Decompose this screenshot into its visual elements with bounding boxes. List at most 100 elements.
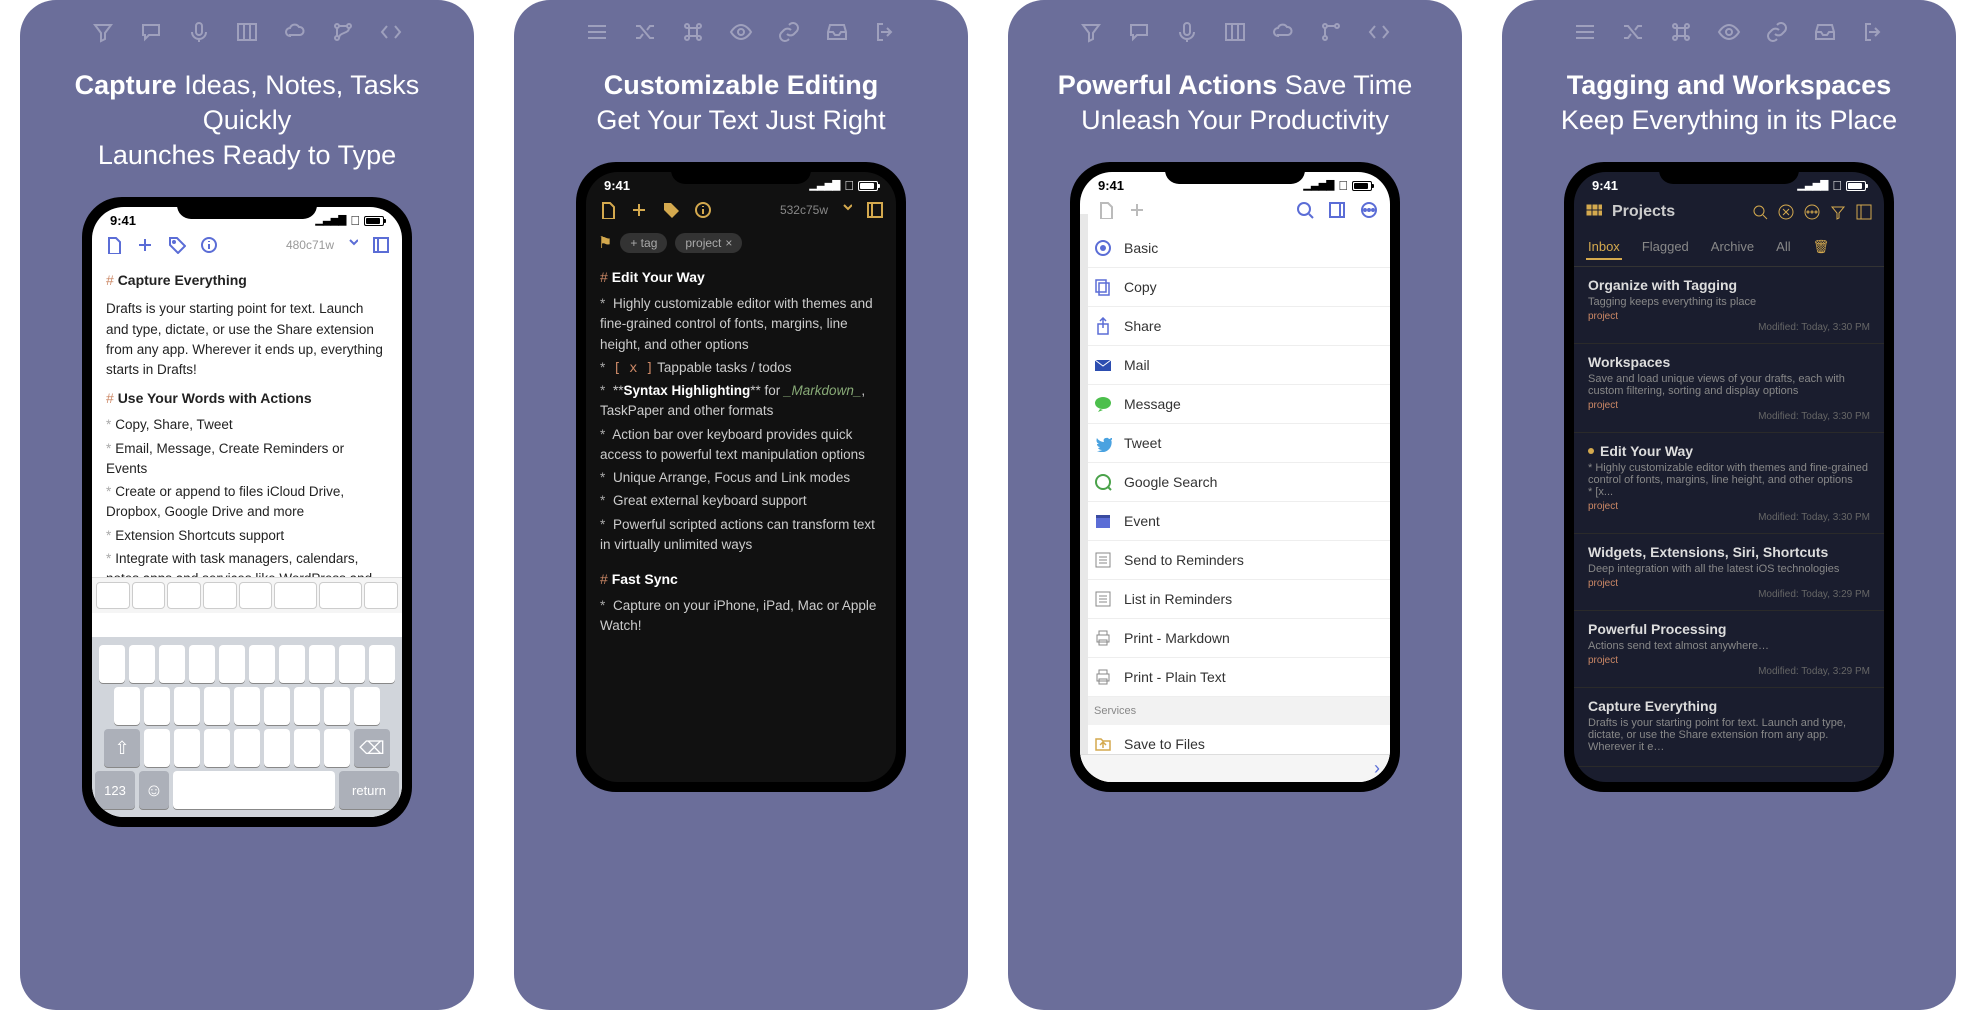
more-icon[interactable] — [1804, 204, 1820, 220]
tab-archive[interactable]: Archive — [1709, 235, 1756, 260]
eye-icon — [1717, 20, 1741, 44]
word-count[interactable]: 532c75w — [780, 203, 828, 217]
tab-flagged[interactable]: Flagged — [1640, 235, 1691, 260]
key-m[interactable]: M — [324, 729, 350, 767]
action-item[interactable]: Tweet — [1080, 424, 1390, 463]
expand-icon[interactable] — [1856, 204, 1872, 220]
note-item[interactable]: Powerful ProcessingActions send text alm… — [1574, 611, 1884, 688]
key-delete[interactable]: ⌫ — [354, 729, 390, 767]
document-icon[interactable] — [1096, 201, 1114, 219]
chevron-down-icon[interactable] — [348, 236, 358, 254]
search-icon[interactable] — [1296, 201, 1314, 219]
list-item: * [ x ] Tappable tasks / todos — [600, 358, 882, 378]
tab-all[interactable]: All — [1774, 235, 1792, 260]
note-item[interactable]: Organize with TaggingTagging keeps every… — [1574, 267, 1884, 344]
key-s[interactable]: S — [144, 687, 170, 725]
action-item[interactable]: Google Search — [1080, 463, 1390, 502]
editor-content[interactable]: # Capture Everything Drafts is your star… — [92, 270, 402, 609]
key-a[interactable]: A — [114, 687, 140, 725]
action-item[interactable]: Copy — [1080, 268, 1390, 307]
info-icon[interactable] — [694, 201, 712, 219]
add-icon[interactable] — [1128, 201, 1146, 219]
add-icon[interactable] — [630, 201, 648, 219]
key-h[interactable]: H — [264, 687, 290, 725]
note-item[interactable]: Widgets, Extensions, Siri, ShortcutsDeep… — [1574, 534, 1884, 611]
tag-icon[interactable] — [168, 236, 186, 254]
note-tag: project — [1588, 400, 1870, 411]
document-icon[interactable] — [598, 201, 616, 219]
add-icon[interactable] — [136, 236, 154, 254]
key-p[interactable]: P — [369, 645, 395, 683]
key-i[interactable]: I — [309, 645, 335, 683]
close-circle-icon[interactable] — [1778, 204, 1794, 220]
key-x[interactable]: X — [174, 729, 200, 767]
chevron-right-icon[interactable]: › — [1374, 758, 1380, 779]
key-q[interactable]: Q — [99, 645, 125, 683]
key-z[interactable]: Z — [144, 729, 170, 767]
undo-icon[interactable]: ↶ — [132, 582, 166, 609]
key-d[interactable]: D — [174, 687, 200, 725]
flag-icon[interactable]: ⚑ — [598, 233, 612, 253]
note-item[interactable]: WorkspacesSave and load unique views of … — [1574, 344, 1884, 433]
action-item[interactable]: Print - Plain Text — [1080, 658, 1390, 697]
action-item[interactable]: Message — [1080, 385, 1390, 424]
headline: Customizable Editing Get Your Text Just … — [538, 68, 944, 138]
word-right-button[interactable]: → Word — [319, 582, 362, 609]
note-item[interactable]: Capture EverythingDrafts is your startin… — [1574, 688, 1884, 767]
arrow-left-icon[interactable]: ← — [203, 582, 237, 609]
key-j[interactable]: J — [294, 687, 320, 725]
redo-icon[interactable]: ↷ — [167, 582, 201, 609]
chevron-right-icon[interactable]: › — [96, 582, 130, 609]
chevron-down-icon[interactable] — [842, 201, 852, 219]
info-icon[interactable] — [200, 236, 218, 254]
action-item[interactable]: Event — [1080, 502, 1390, 541]
key-o[interactable]: O — [339, 645, 365, 683]
key-r[interactable]: R — [189, 645, 215, 683]
action-item[interactable]: Basic — [1080, 229, 1390, 268]
key-shift[interactable]: ⇧ — [104, 729, 140, 767]
arrow-right-icon[interactable]: → — [239, 582, 273, 609]
editor-content[interactable]: # Edit Your Way * Highly customizable ed… — [586, 267, 896, 637]
word-count[interactable]: 480c71w — [286, 238, 334, 252]
key-b[interactable]: B — [264, 729, 290, 767]
key-space[interactable]: space — [173, 771, 335, 809]
key-t[interactable]: T — [219, 645, 245, 683]
key-123[interactable]: 123 — [95, 771, 135, 809]
action-item[interactable]: Mail — [1080, 346, 1390, 385]
document-icon[interactable] — [104, 236, 122, 254]
action-item[interactable]: Print - Markdown — [1080, 619, 1390, 658]
tab-inbox[interactable]: Inbox — [1586, 235, 1622, 260]
tag-project[interactable]: project × — [675, 233, 742, 253]
key-y[interactable]: Y — [249, 645, 275, 683]
grid-icon[interactable] — [1586, 204, 1602, 220]
collapse-icon[interactable] — [1328, 201, 1346, 219]
key-k[interactable]: K — [324, 687, 350, 725]
key-w[interactable]: W — [129, 645, 155, 683]
note-item[interactable]: Edit Your Way* Highly customizable edito… — [1574, 433, 1884, 534]
key-l[interactable]: L — [354, 687, 380, 725]
key-emoji[interactable]: ☺ — [139, 771, 169, 809]
key-v[interactable]: V — [234, 729, 260, 767]
search-icon[interactable] — [1752, 204, 1768, 220]
add-tag-button[interactable]: + tag — [620, 233, 667, 253]
expand-icon[interactable] — [372, 236, 390, 254]
more-icon[interactable] — [1360, 201, 1378, 219]
workspace-title[interactable]: Projects — [1612, 203, 1742, 221]
expand-icon[interactable] — [866, 201, 884, 219]
key-g[interactable]: G — [234, 687, 260, 725]
key-n[interactable]: N — [294, 729, 320, 767]
key-c[interactable]: C — [204, 729, 230, 767]
key-f[interactable]: F — [204, 687, 230, 725]
key-u[interactable]: U — [279, 645, 305, 683]
filter-icon[interactable] — [1830, 204, 1846, 220]
word-left-button[interactable]: ← Word — [274, 582, 317, 609]
tag-icon[interactable] — [662, 201, 680, 219]
chevron-down-icon[interactable]: ⌄ — [364, 582, 398, 609]
note-tag: project — [1588, 578, 1870, 589]
key-return[interactable]: return — [339, 771, 399, 809]
action-item[interactable]: Share — [1080, 307, 1390, 346]
action-item[interactable]: List in Reminders — [1080, 580, 1390, 619]
trash-icon[interactable]: 🗑 — [1811, 235, 1832, 260]
key-e[interactable]: E — [159, 645, 185, 683]
action-item[interactable]: Send to Reminders — [1080, 541, 1390, 580]
